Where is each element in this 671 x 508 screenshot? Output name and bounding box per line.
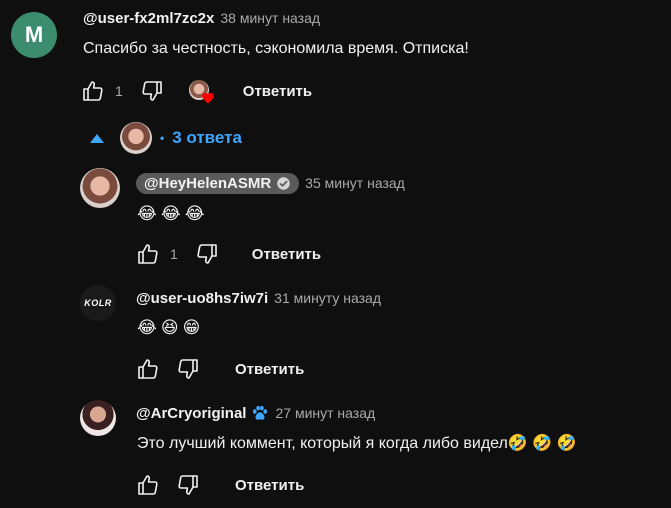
like-count: 1 [170, 246, 178, 262]
reply-button[interactable]: Ответить [235, 477, 304, 494]
author-name: @HeyHelenASMR [144, 174, 272, 192]
reply-toolbar: 1 Ответить [135, 241, 321, 267]
thumbs-down-icon [178, 475, 198, 495]
dislike-button[interactable] [139, 78, 165, 104]
timestamp[interactable]: 38 минут назад [220, 10, 320, 26]
timestamp[interactable]: 27 минут назад [275, 405, 375, 421]
reply-text: 😂😂😂 [137, 204, 209, 224]
heart-icon [201, 92, 214, 104]
author-name[interactable]: @user-fx2ml7zc2x [83, 10, 214, 27]
comment-toolbar: 1 Ответить [80, 78, 312, 104]
reply-text: 😂😆😁 [137, 318, 205, 338]
avatar[interactable]: KOLR [80, 285, 116, 321]
reply-header: @HeyHelenASMR 35 минут назад [136, 171, 405, 195]
reply-button[interactable]: Ответить [235, 361, 304, 378]
thumbs-up-icon [138, 359, 158, 379]
reply-header: @ArCryoriginal 27 минут назад [136, 403, 375, 423]
reply-button[interactable]: Ответить [243, 83, 312, 100]
thumbs-down-icon [197, 244, 217, 264]
author-name[interactable]: @ArCryoriginal [136, 405, 246, 422]
avatar[interactable] [80, 168, 120, 208]
timestamp[interactable]: 31 минуту назад [274, 290, 381, 306]
reply-toolbar: Ответить [135, 356, 304, 382]
reply-button[interactable]: Ответить [252, 246, 321, 263]
thumbs-up-icon [83, 81, 103, 101]
like-count: 1 [115, 83, 123, 99]
avatar-text: KOLR [84, 298, 112, 308]
reply-text: Это лучший коммент, который я когда либо… [137, 435, 577, 452]
like-button[interactable] [80, 78, 106, 104]
reply-toolbar: Ответить [135, 472, 304, 498]
thumbs-up-icon [138, 475, 158, 495]
creator-heart [188, 78, 217, 104]
like-button[interactable] [135, 356, 161, 382]
creator-author-badge[interactable]: @HeyHelenASMR [136, 172, 300, 194]
avatar-letter: M [24, 22, 44, 47]
reply-header: @user-uo8hs7iw7i 31 минуту назад [136, 288, 381, 308]
dislike-button[interactable] [175, 472, 201, 498]
dislike-button[interactable] [194, 241, 220, 267]
thumbs-up-icon [138, 244, 158, 264]
caret-up-icon [90, 133, 104, 143]
author-name[interactable]: @user-uo8hs7iw7i [136, 290, 268, 307]
like-button[interactable] [135, 472, 161, 498]
replies-toggle-button[interactable]: • 3 ответа [90, 122, 242, 154]
creator-avatar [120, 122, 152, 154]
paw-icon [253, 405, 268, 420]
comment-text: Спасибо за честность, сэкономила время. … [83, 40, 469, 57]
dislike-button[interactable] [175, 356, 201, 382]
avatar[interactable]: M [11, 12, 57, 58]
avatar[interactable] [80, 400, 116, 436]
like-button[interactable] [135, 241, 161, 267]
verified-check-icon [277, 176, 290, 190]
timestamp[interactable]: 35 минут назад [305, 175, 405, 191]
bullet-dot: • [160, 131, 165, 145]
thumbs-down-icon [142, 81, 162, 101]
thumbs-down-icon [178, 359, 198, 379]
comment-header: @user-fx2ml7zc2x 38 минут назад [83, 8, 320, 28]
replies-count-label: 3 ответа [172, 128, 242, 147]
